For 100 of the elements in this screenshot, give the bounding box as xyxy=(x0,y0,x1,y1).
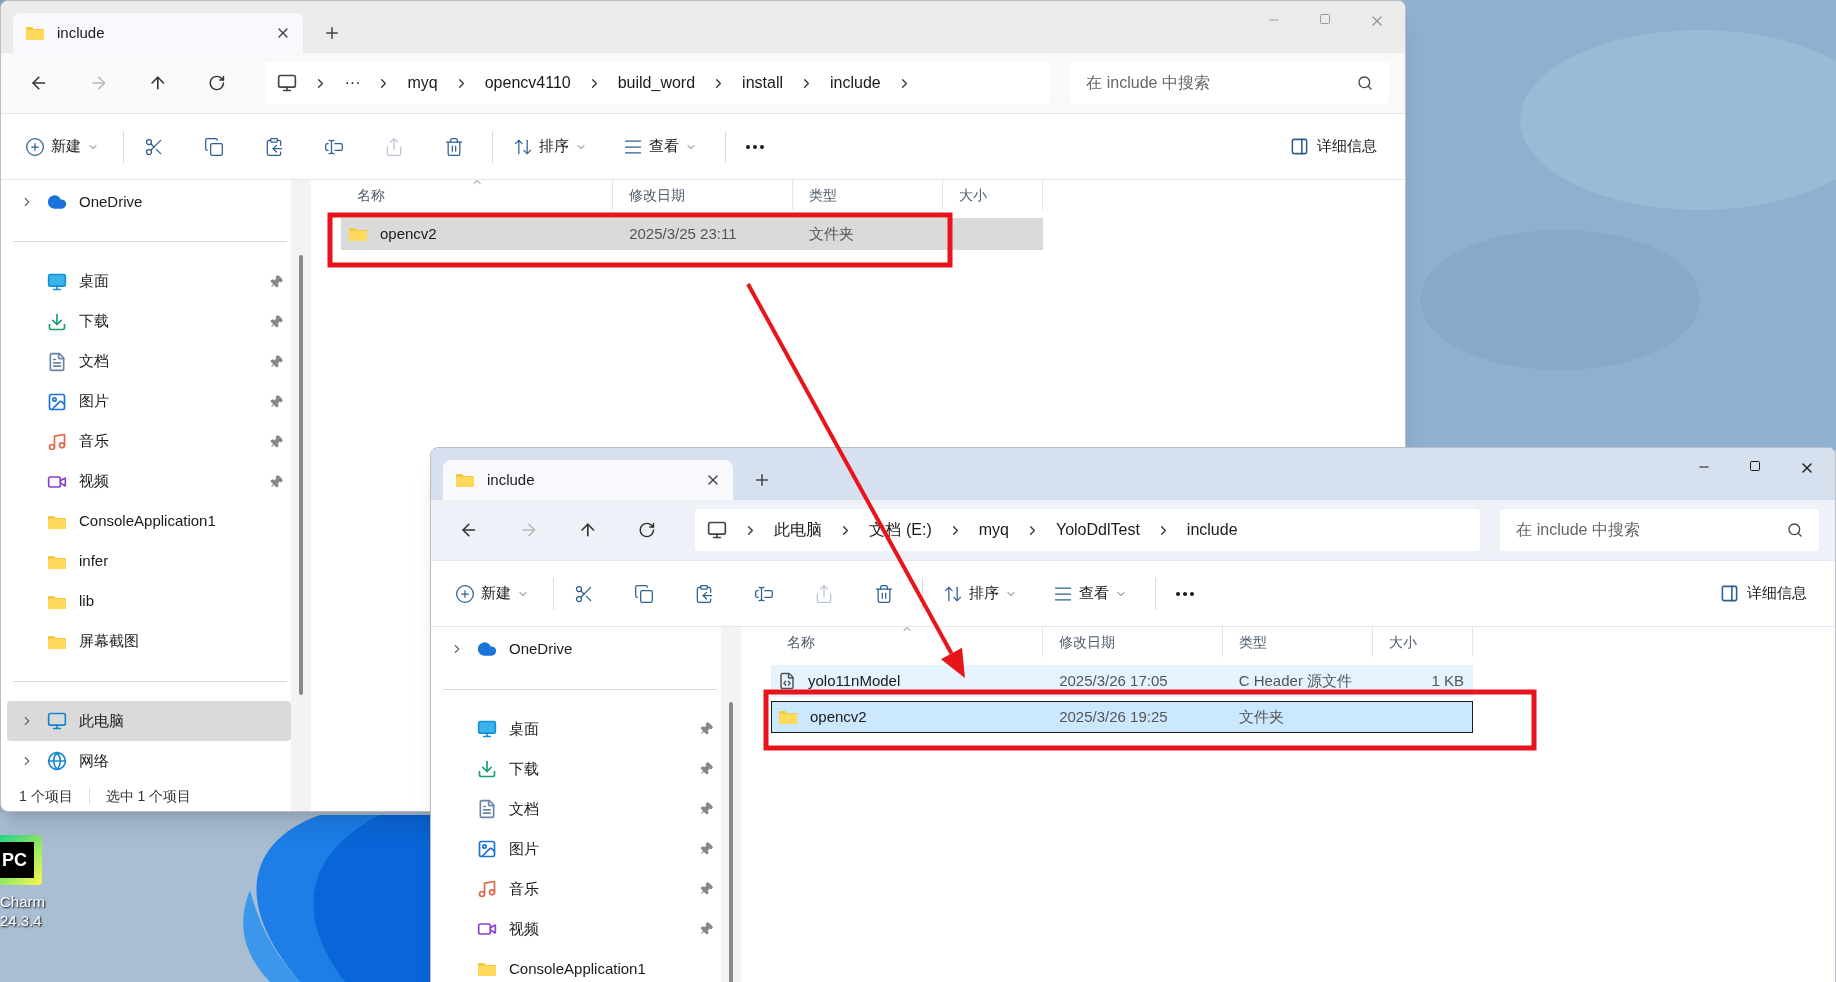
copy-icon xyxy=(204,136,224,157)
folder-icon xyxy=(47,593,67,610)
folder-icon xyxy=(47,553,67,570)
sidebar-item[interactable]: 桌面 xyxy=(7,261,291,302)
sidebar-item[interactable]: 文档 xyxy=(7,341,291,382)
panel-icon xyxy=(1290,137,1309,156)
sidebar-label: OneDrive xyxy=(79,191,144,212)
maximize-icon[interactable] xyxy=(1749,460,1761,472)
sidebar-label: infer xyxy=(79,551,110,572)
column-header[interactable]: 类型 xyxy=(1239,631,1267,653)
cut-icon xyxy=(574,583,594,604)
refresh-icon[interactable] xyxy=(207,74,226,92)
sidebar-label: 桌面 xyxy=(509,718,540,739)
sidebar-label: 文档 xyxy=(509,798,540,819)
desktop-icon xyxy=(47,271,67,292)
folder-icon xyxy=(47,633,67,650)
sidebar-item[interactable]: 下载 xyxy=(437,749,721,789)
breadcrumb-item[interactable]: include xyxy=(1186,518,1238,542)
window-tab[interactable]: include xyxy=(443,460,733,500)
breadcrumb-item[interactable]: opencv4110 xyxy=(484,71,571,95)
sort-button[interactable]: 排序 xyxy=(505,128,595,165)
sidebar-item[interactable]: 音乐 xyxy=(437,869,721,909)
sidebar-label: 桌面 xyxy=(79,271,110,292)
file-size: 1 KB xyxy=(1431,670,1464,691)
refresh-icon[interactable] xyxy=(637,521,656,539)
status-text: 1 个项目 xyxy=(19,786,73,806)
modified-date: 2025/3/26 17:05 xyxy=(1058,670,1169,691)
address-bar[interactable]: ··· myq opencv4110 build_word install include xyxy=(265,62,1051,104)
breadcrumb-item[interactable]: YoloDdlTest xyxy=(1055,518,1140,542)
sidebar-label: 文档 xyxy=(79,351,110,372)
sidebar-item[interactable]: 文档 xyxy=(437,789,721,829)
sidebar-item[interactable]: ConsoleApplication1 xyxy=(437,949,721,982)
cloud-icon xyxy=(477,639,497,659)
breadcrumb-item[interactable]: myq xyxy=(978,518,1009,542)
sidebar-item[interactable]: 图片 xyxy=(437,829,721,869)
sidebar-item[interactable]: infer xyxy=(7,541,291,582)
panel-icon xyxy=(1720,584,1739,603)
sidebar-item[interactable]: 网络 xyxy=(7,741,291,781)
sidebar-label: OneDrive xyxy=(509,638,574,659)
breadcrumb-item[interactable]: include xyxy=(830,71,881,95)
sidebar-item[interactable]: 桌面 xyxy=(437,709,721,749)
sidebar-item[interactable]: OneDrive xyxy=(437,629,721,669)
new-button[interactable]: 新建 xyxy=(17,128,107,165)
modified-date: 2025/3/26 19:25 xyxy=(1058,706,1169,727)
view-button[interactable]: 查看 xyxy=(615,128,705,165)
file-type: C Header 源文件 xyxy=(1237,670,1354,691)
sidebar-label: 视频 xyxy=(79,471,110,492)
tab-title: include xyxy=(487,469,536,490)
new-button[interactable]: 新建 xyxy=(447,575,537,612)
sort-button[interactable]: 排序 xyxy=(935,575,1025,612)
new-tab-icon[interactable] xyxy=(323,24,341,42)
sidebar-item[interactable]: 音乐 xyxy=(7,421,291,462)
window-tab[interactable]: include xyxy=(13,13,303,53)
sidebar-label: 下载 xyxy=(79,311,110,332)
column-header[interactable]: 名称 xyxy=(787,631,815,653)
sidebar-label: ConsoleApplication1 xyxy=(79,511,217,532)
folder-icon xyxy=(348,226,368,242)
sidebar-item[interactable]: 下载 xyxy=(7,301,291,342)
search-field[interactable]: 在 include 中搜索 xyxy=(1070,62,1389,104)
sidebar-label: 网络 xyxy=(79,750,110,771)
modified-date: 2025/3/25 23:11 xyxy=(628,223,738,244)
picture-icon xyxy=(47,391,67,412)
sidebar-item[interactable]: 屏幕截图 xyxy=(7,621,291,662)
column-header[interactable]: 大小 xyxy=(1389,631,1417,653)
sidebar-item[interactable]: ConsoleApplication1 xyxy=(7,501,291,542)
sidebar-label: 音乐 xyxy=(509,878,540,899)
breadcrumb-item[interactable]: ··· xyxy=(344,71,361,95)
scrollbar[interactable] xyxy=(299,255,303,695)
breadcrumb-item[interactable]: 此电脑 xyxy=(774,518,823,542)
sidebar-label: 图片 xyxy=(509,838,540,859)
plus-icon xyxy=(455,583,475,604)
sidebar-item[interactable]: 图片 xyxy=(7,381,291,422)
document-icon xyxy=(47,351,67,372)
share-icon xyxy=(384,136,404,157)
column-header[interactable]: 修改日期 xyxy=(1059,631,1115,653)
sidebar-label: ConsoleApplication1 xyxy=(509,958,647,979)
breadcrumb-item[interactable]: myq xyxy=(407,71,438,95)
column-header[interactable]: 类型 xyxy=(809,184,837,206)
sidebar-item[interactable]: 视频 xyxy=(437,909,721,949)
breadcrumb-item[interactable]: install xyxy=(742,71,783,95)
sidebar-label: lib xyxy=(79,591,95,612)
breadcrumb-item[interactable]: build_word xyxy=(617,71,696,95)
sidebar-item[interactable]: OneDrive xyxy=(7,182,291,222)
details-button[interactable]: 详细信息 xyxy=(1708,575,1819,612)
sidebar-item[interactable]: 此电脑 xyxy=(7,701,291,741)
view-button[interactable]: 查看 xyxy=(1045,575,1135,612)
sidebar-item[interactable]: 视频 xyxy=(7,461,291,502)
details-button[interactable]: 详细信息 xyxy=(1278,128,1389,165)
file-row[interactable]: opencv2 2025/3/25 23:11 文件夹 xyxy=(341,218,1043,250)
computer-icon xyxy=(707,520,728,540)
column-header[interactable]: 名称 xyxy=(357,184,385,206)
desktop-icon xyxy=(477,719,497,739)
column-header[interactable]: 大小 xyxy=(959,184,987,206)
new-tab-icon[interactable] xyxy=(753,471,771,489)
file-type: 文件夹 xyxy=(1237,706,1285,727)
file-row[interactable]: opencv2 2025/3/26 19:25 文件夹 xyxy=(771,701,1473,733)
sidebar-item[interactable]: lib xyxy=(7,581,291,622)
folder-icon xyxy=(25,25,45,41)
search-field[interactable]: 在 include 中搜索 xyxy=(1500,509,1819,551)
column-header[interactable]: 修改日期 xyxy=(629,184,685,206)
